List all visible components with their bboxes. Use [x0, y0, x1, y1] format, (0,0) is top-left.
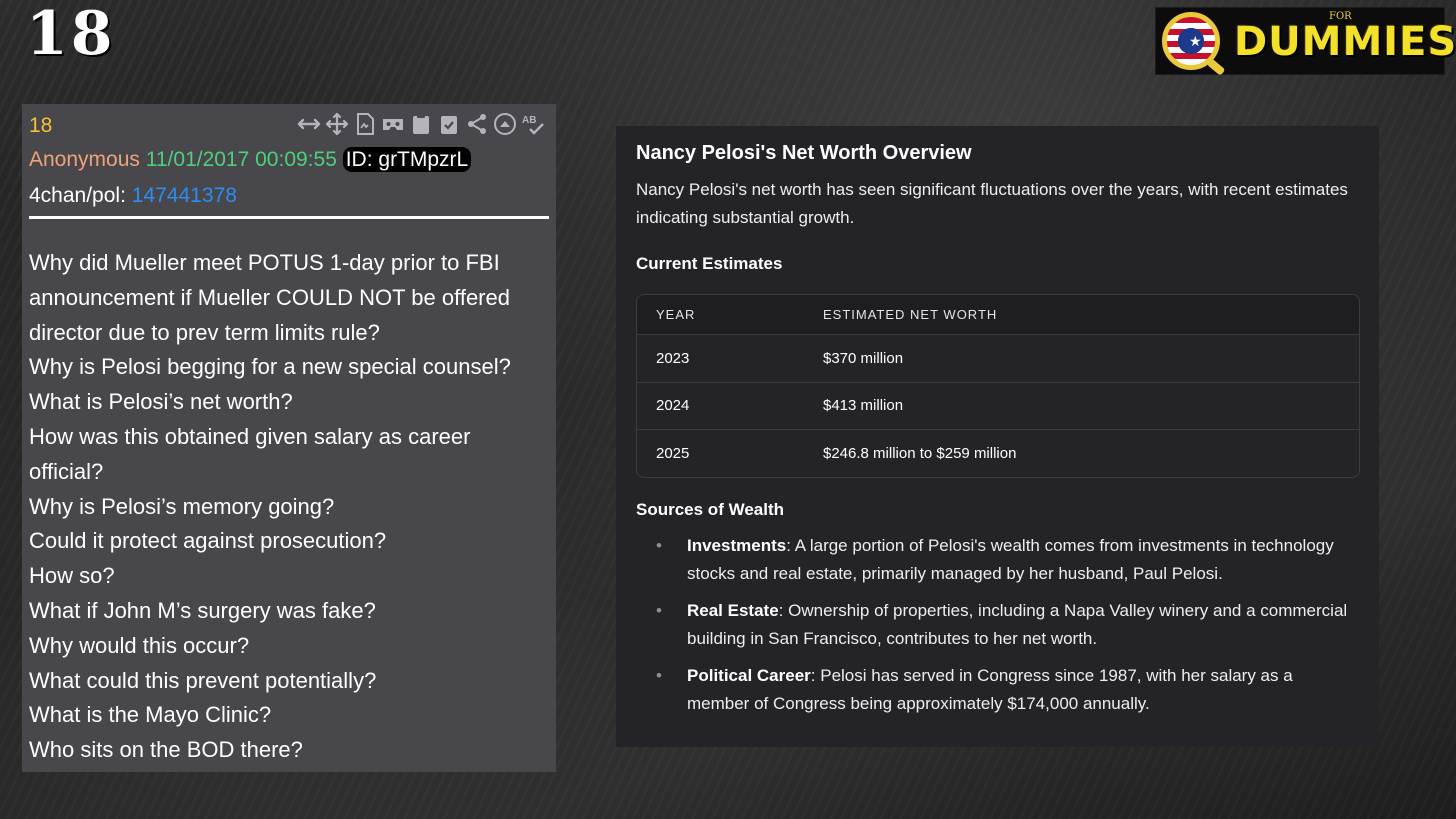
- source-label: Political Career: [687, 665, 811, 685]
- drop-line: What is Pelosi’s net worth?: [29, 389, 293, 415]
- board-name: 4chan/pol:: [29, 184, 126, 207]
- table-row: 2023 $370 million: [637, 334, 1359, 382]
- source-label: Investments: [687, 535, 787, 555]
- drop-line: Why is Pelosi’s memory going?: [29, 493, 335, 519]
- vr-icon[interactable]: [381, 112, 405, 136]
- net-worth-cell: $246.8 million to $259 million: [823, 444, 1017, 462]
- table-row: 2024 $413 million: [637, 381, 1359, 430]
- year-cell: 2025: [656, 444, 690, 462]
- column-header-net-worth: ESTIMATED NET WORTH: [823, 307, 998, 322]
- collapse-icon[interactable]: [493, 112, 517, 136]
- answer-panel: Nancy Pelosi's Net Worth Overview Nancy …: [616, 126, 1379, 747]
- drop-line: What is the Mayo Clinic?: [29, 702, 272, 728]
- drop-line: What could this prevent potentially?: [29, 667, 377, 693]
- net-worth-cell: $413 million: [823, 397, 904, 415]
- drop-line: How was this obtained given salary as ca…: [29, 423, 471, 449]
- drop-line: Could it protect against prosecution?: [29, 528, 387, 554]
- q-flag-logo-icon: ★: [1162, 12, 1220, 70]
- q-for-dummies-logo: ★ FOR DUMMIES: [1155, 7, 1456, 75]
- drop-toolbar: AB: [297, 112, 545, 136]
- drop-line: Who sits on the BOD there?: [29, 737, 303, 763]
- drop-line: announcement if Mueller COULD NOT be off…: [29, 284, 510, 310]
- document-icon[interactable]: [353, 112, 377, 136]
- share-icon[interactable]: [465, 112, 489, 136]
- list-item: Political Career: Pelosi has served in C…: [636, 662, 1359, 718]
- drop-line: official?: [29, 458, 104, 484]
- logo-dummies-text: DUMMIES: [1234, 19, 1456, 65]
- year-cell: 2024: [656, 397, 690, 415]
- table-header-row: YEAR ESTIMATED NET WORTH: [637, 295, 1359, 334]
- move-icon[interactable]: [325, 112, 349, 136]
- year-cell: 2023: [656, 349, 690, 367]
- list-item: Real Estate: Ownership of properties, in…: [636, 597, 1359, 653]
- drop-header: 18 AB Anonymous 11/01/2017 00:09:55 ID: …: [29, 104, 549, 219]
- source-label: Real Estate: [687, 600, 779, 620]
- list-item: Investments: A large portion of Pelosi's…: [636, 532, 1359, 588]
- drop-number: 18: [29, 114, 53, 137]
- drop-line: Why did Mueller meet POTUS 1-day prior t…: [29, 250, 500, 275]
- spellcheck-icon[interactable]: AB: [521, 112, 545, 136]
- q-drop-panel: 18 AB Anonymous 11/01/2017 00:09:55 ID: …: [22, 104, 556, 772]
- sources-heading: Sources of Wealth: [636, 499, 784, 519]
- answer-title: Nancy Pelosi's Net Worth Overview: [636, 142, 972, 164]
- net-worth-cell: $370 million: [823, 349, 904, 367]
- svg-text:AB: AB: [522, 115, 536, 126]
- drop-line: Why would this occur?: [29, 632, 250, 658]
- resize-horizontal-icon[interactable]: [297, 112, 321, 136]
- drop-meta: Anonymous 11/01/2017 00:09:55 ID: grTMpz…: [29, 147, 472, 172]
- drop-line: What if John M’s surgery was fake?: [29, 597, 376, 623]
- drop-divider: [29, 216, 549, 219]
- post-datetime: 11/01/2017 00:09:55: [145, 148, 337, 171]
- drop-line: Why is Pelosi begging for a new special …: [29, 354, 511, 380]
- clipboard-check-icon[interactable]: [437, 112, 461, 136]
- source-text: : Ownership of properties, including a N…: [687, 600, 1348, 648]
- column-header-year: YEAR: [656, 307, 696, 322]
- drop-line: director due to prev term limits rule?: [29, 319, 380, 345]
- author-name: Anonymous: [29, 148, 140, 171]
- board-line: 4chan/pol: 147441378: [29, 184, 237, 208]
- slide-number: 18: [26, 0, 116, 69]
- table-row: 2025 $246.8 million to $259 million: [637, 429, 1359, 477]
- current-estimates-heading: Current Estimates: [636, 254, 783, 273]
- drop-line: How so?: [29, 563, 115, 589]
- drop-body: Why did Mueller meet POTUS 1-day prior t…: [29, 216, 549, 768]
- sources-list: Investments: A large portion of Pelosi's…: [636, 532, 1359, 718]
- poster-id-badge: ID: grTMpzrL: [342, 147, 472, 172]
- net-worth-table: YEAR ESTIMATED NET WORTH 2023 $370 milli…: [636, 294, 1360, 478]
- post-link[interactable]: 147441378: [132, 184, 237, 207]
- clipboard-icon[interactable]: [409, 112, 433, 136]
- answer-intro: Nancy Pelosi's net worth has seen signif…: [636, 180, 1348, 227]
